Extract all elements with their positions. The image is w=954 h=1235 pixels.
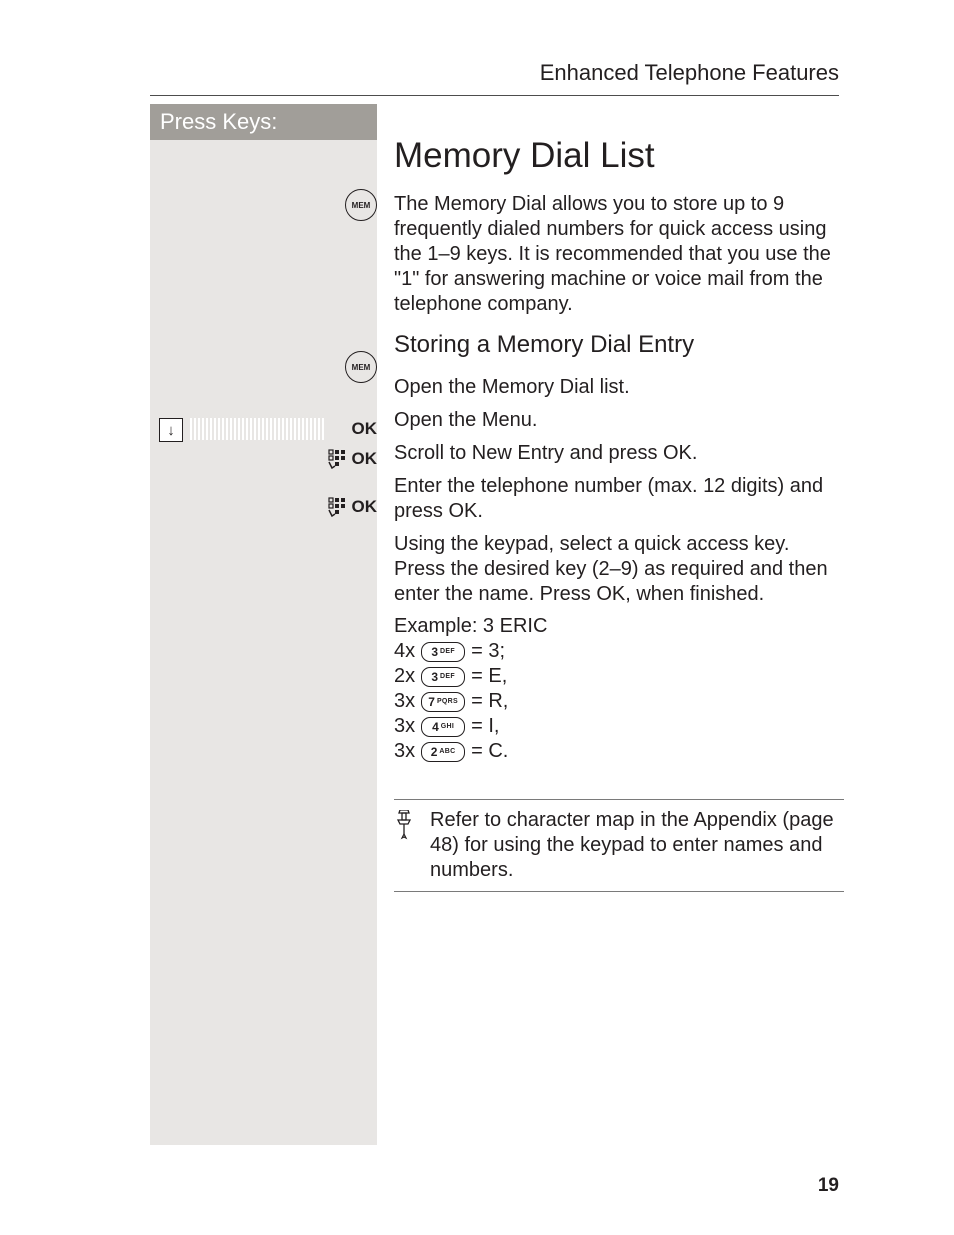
keycap-digit: 4 (432, 720, 439, 734)
running-head: Enhanced Telephone Features (540, 60, 839, 86)
example-times: 3x (394, 715, 415, 738)
note-text: Refer to character map in the Appendix (… (430, 808, 844, 883)
step-select-key: Using the keypad, select a quick access … (394, 532, 844, 607)
example-result: = I, (471, 715, 499, 738)
example-row: 3x 2 ABC = C. (394, 740, 844, 763)
example-times: 2x (394, 665, 415, 688)
ok-label: OK (352, 497, 378, 517)
keycap-icon: 3 DEF (421, 667, 465, 687)
left-row-scroll-ok: OK (150, 418, 377, 440)
keypad-icon (328, 497, 346, 517)
intro-paragraph: The Memory Dial allows you to store up t… (394, 192, 844, 317)
keycap-icon: 4 GHI (421, 717, 465, 737)
example-block: Example: 3 ERIC 4x 3 DEF = 3; 2x 3 DEF =… (394, 615, 844, 763)
keycap-letters: ABC (439, 748, 455, 755)
step-enter-number: Enter the telephone number (max. 12 digi… (394, 474, 844, 524)
example-row: 3x 4 GHI = I, (394, 715, 844, 738)
keycap-icon: 3 DEF (421, 642, 465, 662)
example-times: 4x (394, 640, 415, 663)
note-box: Refer to character map in the Appendix (… (394, 799, 844, 892)
keycap-digit: 3 (431, 645, 438, 659)
subsection-title: Storing a Memory Dial Entry (394, 331, 844, 359)
example-row: 4x 3 DEF = 3; (394, 640, 844, 663)
press-keys-title: Press Keys: (150, 104, 377, 140)
keycap-icon: 7 PQRS (421, 692, 465, 712)
ok-label: OK (352, 449, 378, 469)
mem-button-icon: MEM (345, 351, 377, 383)
section-title: Memory Dial List (394, 136, 844, 176)
left-row-keypad-ok-2: OK (150, 497, 377, 517)
example-row: 3x 7 PQRS = R, (394, 690, 844, 713)
pin-icon (394, 808, 416, 845)
example-result: = 3; (471, 640, 505, 663)
keycap-letters: DEF (440, 648, 455, 655)
left-row-menu (150, 388, 377, 416)
mem-button-icon: MEM (345, 189, 377, 221)
keypad-icon (328, 449, 346, 469)
keycap-digit: 7 (428, 695, 435, 709)
header-rule (150, 95, 839, 96)
example-result: = R, (471, 690, 508, 713)
keycap-digit: 3 (431, 670, 438, 684)
ok-label: OK (352, 419, 378, 439)
example-result: = C. (471, 740, 508, 763)
keycap-letters: GHI (441, 723, 454, 730)
example-head: Example: 3 ERIC (394, 615, 844, 638)
page-number: 19 (818, 1175, 839, 1197)
left-column (150, 104, 377, 1145)
menu-cell (244, 391, 284, 413)
step-open-list: Open the Memory Dial list. (394, 375, 844, 400)
example-row: 2x 3 DEF = E, (394, 665, 844, 688)
keycap-icon: 2 ABC (421, 742, 465, 762)
step-open-menu: Open the Menu. (394, 408, 844, 433)
left-row-keypad-ok-1: OK (150, 449, 377, 469)
example-times: 3x (394, 740, 415, 763)
main-column: Memory Dial List The Memory Dial allows … (394, 104, 844, 892)
keycap-letters: DEF (440, 673, 455, 680)
left-row-mem-1: MEM (150, 189, 377, 221)
keycap-digit: 2 (431, 745, 438, 759)
keycap-letters: PQRS (437, 698, 458, 705)
step-scroll-new-entry: Scroll to New Entry and press OK. (394, 441, 844, 466)
example-result: = E, (471, 665, 507, 688)
example-times: 3x (394, 690, 415, 713)
left-row-mem-2: MEM (150, 351, 377, 383)
